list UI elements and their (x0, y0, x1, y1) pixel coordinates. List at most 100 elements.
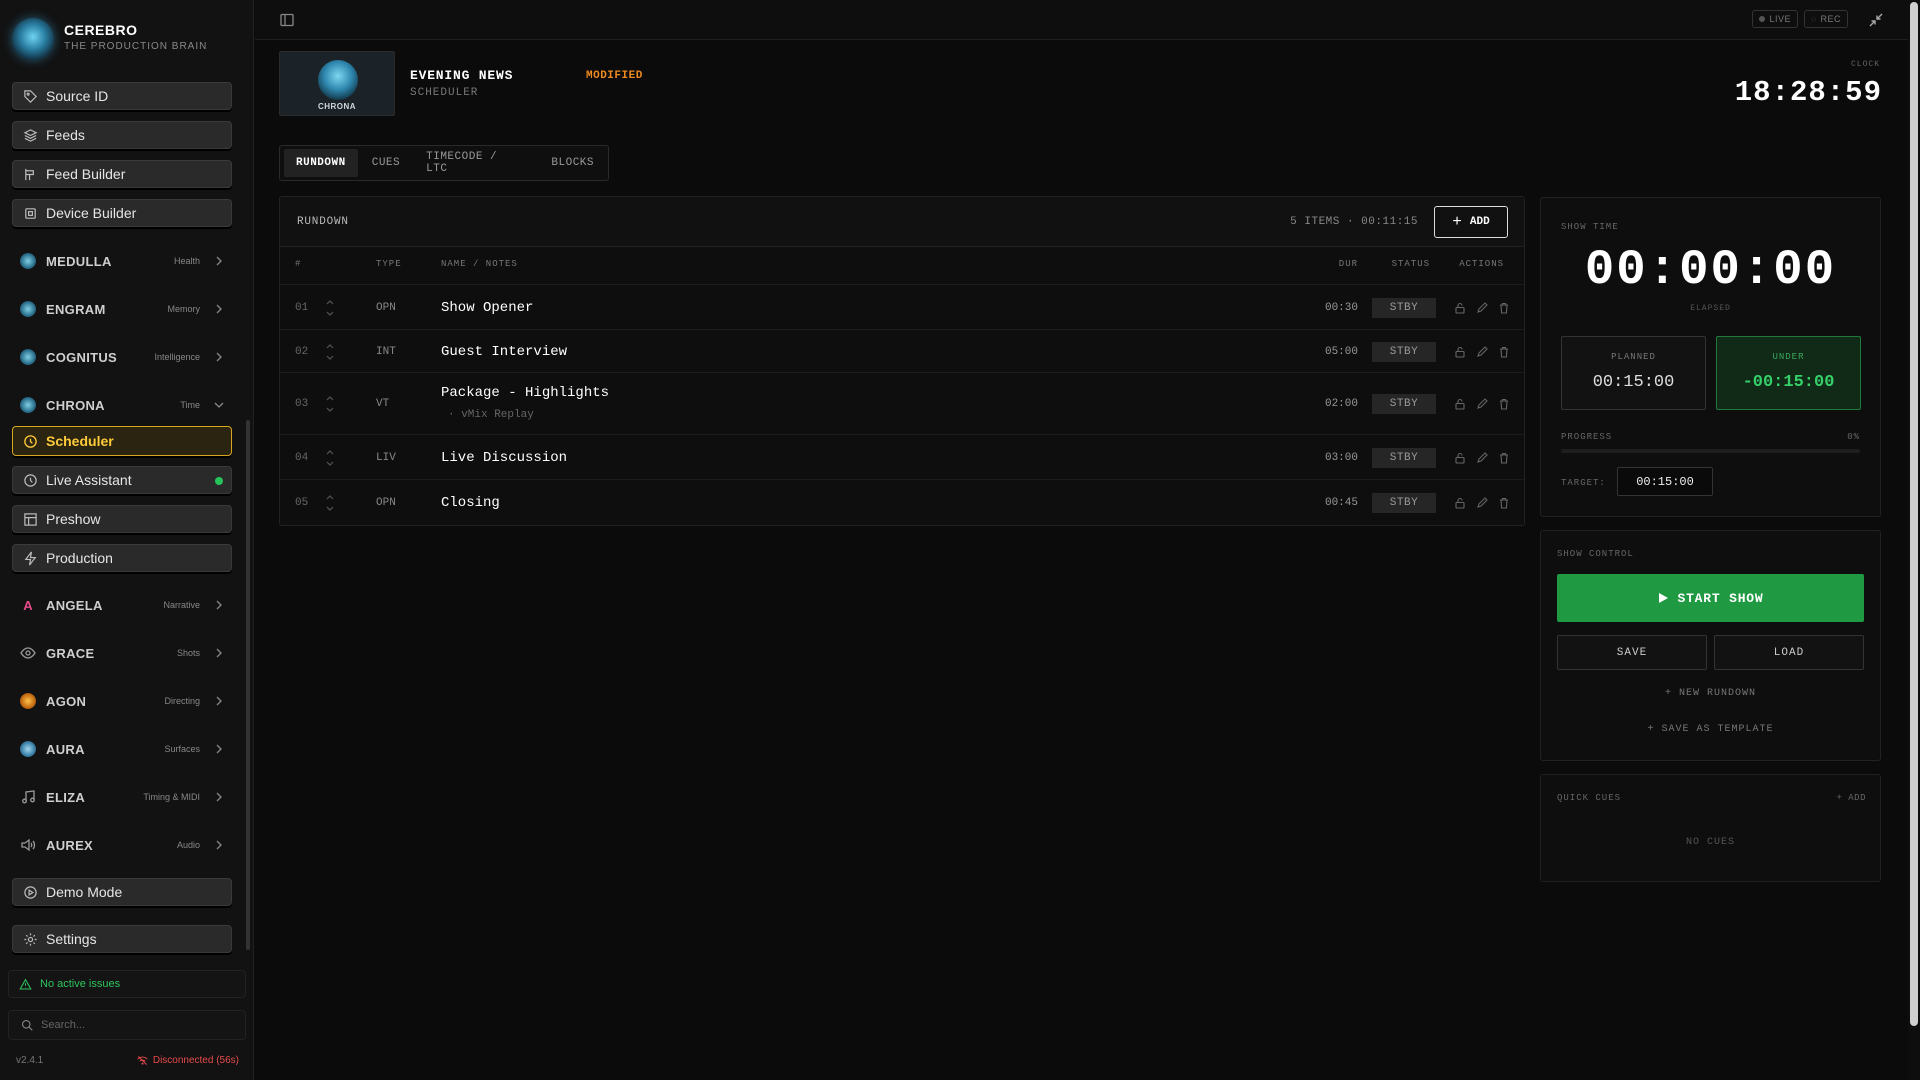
settings-button[interactable]: Settings (12, 925, 232, 953)
tab-cues[interactable]: CUES (360, 149, 412, 177)
delete-icon[interactable] (1498, 398, 1510, 410)
module-aura[interactable]: AURA Surfaces (20, 737, 224, 761)
chrona-globe-icon (318, 60, 358, 100)
module-angela[interactable]: A ANGELA Narrative (20, 593, 224, 617)
modified-badge: MODIFIED (586, 70, 643, 82)
module-grace[interactable]: GRACE Shots (20, 641, 224, 665)
start-show-button[interactable]: START SHOW (1557, 574, 1864, 622)
device-builder-button[interactable]: Device Builder (12, 199, 232, 227)
target-input[interactable] (1617, 467, 1713, 496)
main-scrollbar[interactable] (1908, 0, 1920, 1080)
status-badge: STBY (1372, 493, 1436, 513)
save-template-link[interactable]: + SAVE AS TEMPLATE (1541, 724, 1880, 735)
edit-icon[interactable] (1476, 346, 1488, 358)
sidebar-scrollbar[interactable] (246, 420, 250, 950)
edit-icon[interactable] (1476, 452, 1488, 464)
reorder-icon[interactable] (325, 492, 335, 514)
tab-timecode[interactable]: TIMECODE / LTC (414, 149, 537, 177)
add-cue-button[interactable]: + ADD (1836, 793, 1866, 803)
module-eliza[interactable]: ELIZA Timing & MIDI (20, 785, 224, 809)
module-agon[interactable]: AGON Directing (20, 689, 224, 713)
tab-rundown[interactable]: RUNDOWN (284, 149, 358, 177)
delete-icon[interactable] (1498, 346, 1510, 358)
source-id-label: Source ID (46, 88, 109, 104)
edit-icon[interactable] (1476, 302, 1488, 314)
scheduler-button[interactable]: Scheduler (12, 426, 232, 456)
module-medulla[interactable]: MEDULLA Health (20, 249, 224, 273)
delete-icon[interactable] (1498, 302, 1510, 314)
delete-icon[interactable] (1498, 452, 1510, 464)
table-row[interactable]: 02 INT Guest Interview 05:00 STBY (280, 329, 1524, 372)
module-tag: Health (173, 256, 200, 266)
quick-cues-label: QUICK CUES (1557, 793, 1622, 803)
minimize-icon[interactable] (1868, 12, 1884, 28)
progress-label: PROGRESS (1561, 432, 1613, 442)
rec-indicator[interactable]: ◌ REC (1804, 10, 1848, 28)
live-assistant-button[interactable]: Live Assistant (12, 466, 232, 494)
source-id-button[interactable]: Source ID (12, 82, 232, 110)
lock-icon[interactable] (1454, 452, 1466, 464)
feed-builder-button[interactable]: Feed Builder (12, 160, 232, 188)
table-row[interactable]: 04 LIV Live Discussion 03:00 STBY (280, 434, 1524, 479)
demo-mode-button[interactable]: Demo Mode (12, 878, 232, 906)
lock-icon[interactable] (1454, 302, 1466, 314)
progress-percent: 0% (1847, 432, 1860, 442)
rundown-panel: RUNDOWN 5 ITEMS · 00:11:15 + ADD # TYPE … (279, 196, 1525, 526)
module-cognitus[interactable]: COGNITUS Intelligence (20, 345, 224, 369)
lock-icon[interactable] (1454, 346, 1466, 358)
module-name: AGON (46, 693, 87, 709)
no-cues-text: NO CUES (1685, 837, 1735, 848)
add-item-button[interactable]: + ADD (1434, 206, 1508, 238)
reorder-icon[interactable] (325, 393, 335, 415)
bolt-icon (24, 551, 37, 565)
layers-icon (23, 128, 38, 142)
logo-label: CHRONA (317, 102, 357, 111)
chevron-right-icon (216, 696, 222, 706)
tab-blocks[interactable]: BLOCKS (539, 149, 606, 177)
aura-icon (20, 741, 36, 757)
table-row[interactable]: 01 OPN Show Opener 00:30 STBY (280, 284, 1524, 329)
connection-status[interactable]: Disconnected (56s) (137, 1055, 239, 1066)
delete-icon[interactable] (1498, 497, 1510, 509)
rundown-header: RUNDOWN 5 ITEMS · 00:11:15 + ADD (280, 197, 1524, 247)
feeds-button[interactable]: Feeds (12, 121, 232, 149)
top-bar: LIVE ◌ REC (255, 0, 1908, 40)
sidebar-search[interactable] (8, 1010, 246, 1040)
scrollbar-thumb[interactable] (1910, 2, 1918, 1026)
module-aurex[interactable]: AUREX Audio (20, 833, 224, 857)
sidebar-toggle-icon[interactable] (279, 12, 295, 28)
clock-label: CLOCK (1850, 60, 1880, 69)
module-name: CHRONA (46, 397, 105, 413)
load-button[interactable]: LOAD (1714, 635, 1864, 670)
demo-mode-label: Demo Mode (46, 884, 123, 900)
production-button[interactable]: Production (12, 544, 232, 572)
table-row[interactable]: 05 OPN Closing 00:45 STBY (280, 479, 1524, 524)
chevron-down-icon (214, 402, 224, 408)
module-chrona[interactable]: CHRONA Time (20, 393, 224, 417)
issues-status[interactable]: No active issues (8, 970, 246, 998)
search-input[interactable] (41, 1019, 231, 1031)
reorder-icon[interactable] (325, 297, 335, 319)
new-rundown-link[interactable]: + NEW RUNDOWN (1541, 688, 1880, 699)
live-label: LIVE (1769, 14, 1791, 24)
save-button[interactable]: SAVE (1557, 635, 1707, 670)
module-engram[interactable]: ENGRAM Memory (20, 297, 224, 321)
row-name: Guest Interview (441, 344, 568, 360)
live-indicator[interactable]: LIVE (1752, 10, 1798, 28)
brand[interactable]: CEREBRO THE PRODUCTION BRAIN (12, 16, 232, 60)
under-box: UNDER -00:15:00 (1716, 336, 1861, 410)
edit-icon[interactable] (1476, 497, 1488, 509)
show-control-panel: SHOW CONTROL START SHOW SAVE LOAD + NEW … (1540, 530, 1881, 761)
edit-icon[interactable] (1476, 398, 1488, 410)
lock-icon[interactable] (1454, 398, 1466, 410)
under-label: UNDER (1772, 352, 1805, 362)
reorder-icon[interactable] (325, 447, 335, 469)
brand-tagline: THE PRODUCTION BRAIN (64, 41, 208, 52)
row-number: 04 (295, 452, 309, 464)
reorder-icon[interactable] (325, 341, 335, 363)
table-row[interactable]: 03 VT Package - Highlights · vMix Replay 02:… (280, 372, 1524, 434)
preshow-button[interactable]: Preshow (12, 505, 232, 533)
lock-icon[interactable] (1454, 497, 1466, 509)
search-icon (21, 1019, 33, 1031)
module-tag: Intelligence (154, 352, 200, 362)
